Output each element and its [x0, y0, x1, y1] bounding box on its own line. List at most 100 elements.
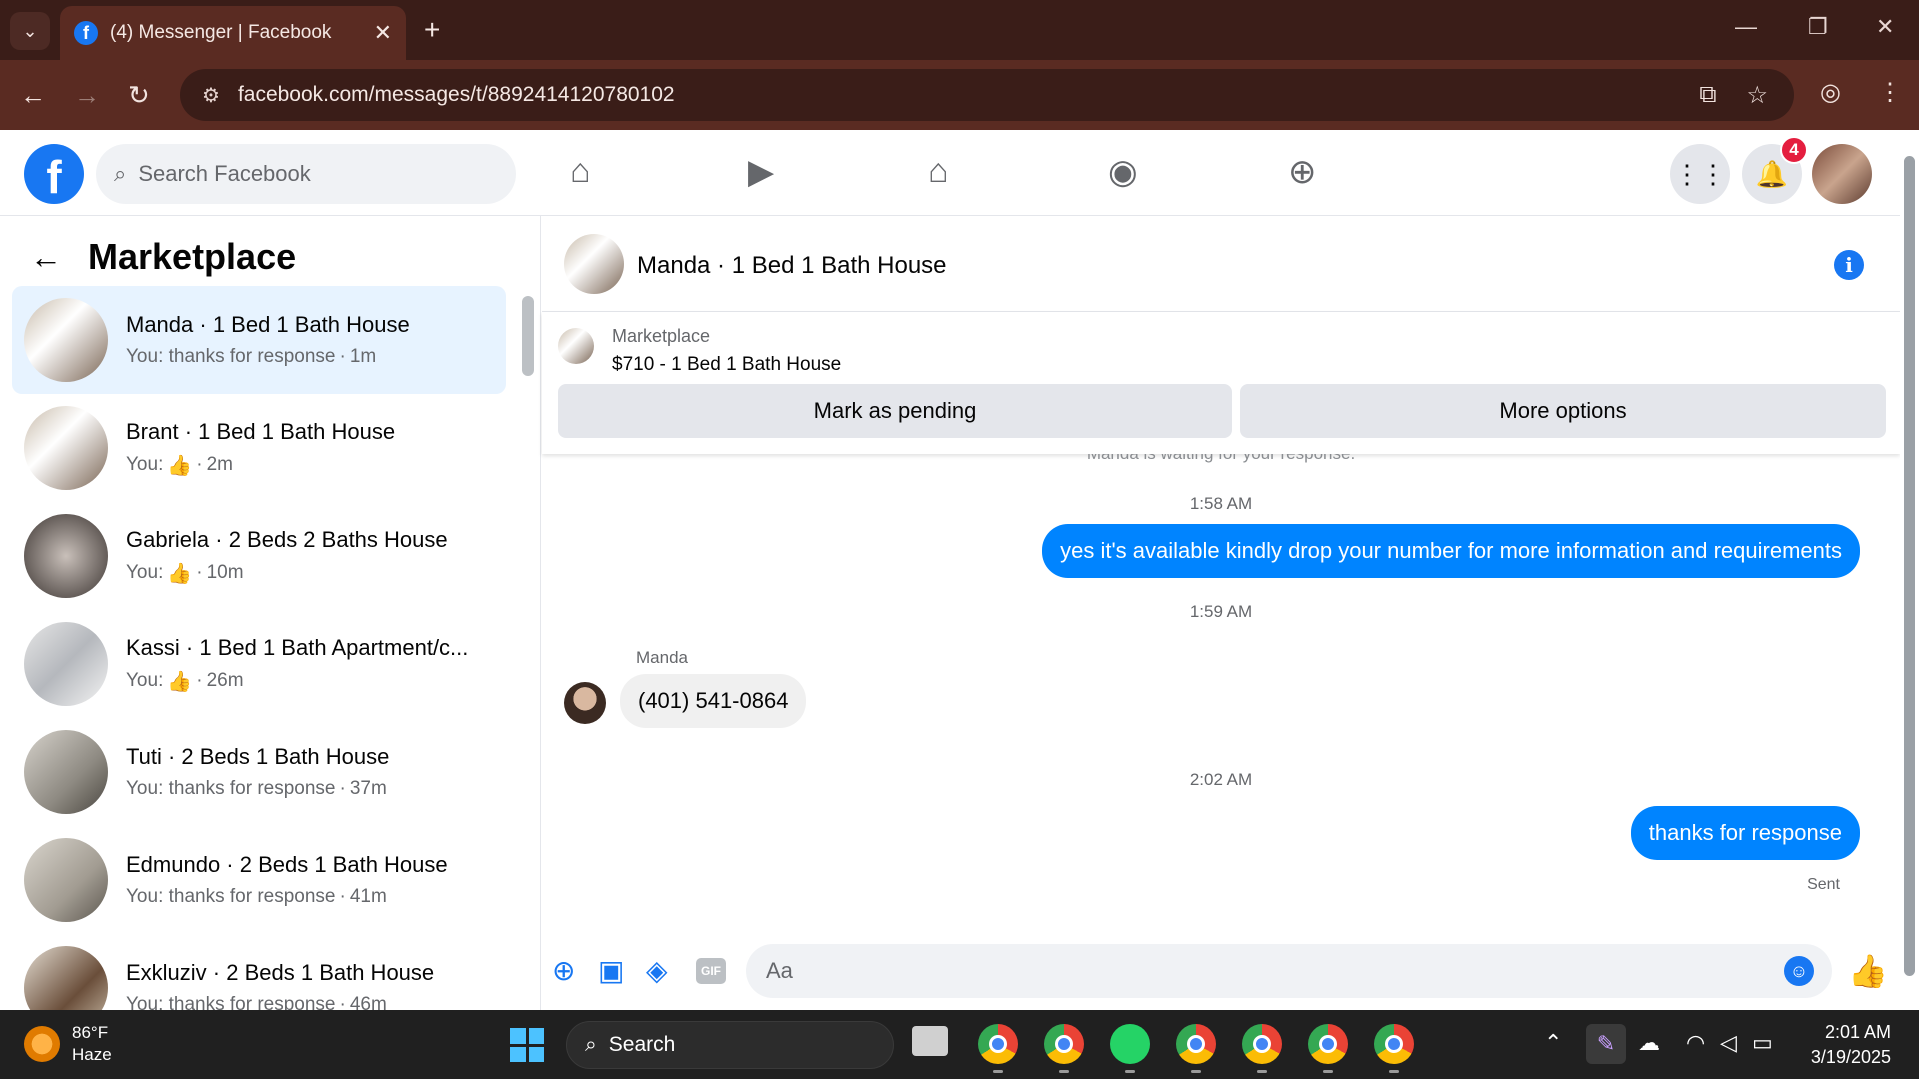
start-button[interactable] — [510, 1028, 544, 1062]
page-scrollbar-thumb[interactable] — [1904, 156, 1915, 976]
video-icon[interactable]: ▶ — [748, 152, 774, 192]
tab-search-dropdown[interactable]: ⌄ — [10, 12, 50, 50]
reload-button[interactable]: ↻ — [128, 80, 150, 111]
snippet-text: You: — [126, 562, 164, 583]
sender-name: Manda — [636, 648, 688, 667]
photo-icon[interactable]: ▣ — [598, 954, 624, 987]
address-bar[interactable]: ⚙ facebook.com/messages/t/88924141207801… — [180, 69, 1794, 121]
page-scrollbar[interactable] — [1900, 130, 1919, 1010]
profile-icon[interactable]: ◎ — [1820, 78, 1841, 107]
separator: · — [196, 562, 203, 583]
conversation-snippet: You: 👍 · 26m — [126, 669, 468, 694]
chrome-profile-icon[interactable] — [1374, 1024, 1414, 1064]
timestamp: 2:02 AM — [1189, 770, 1253, 789]
install-app-icon[interactable]: ⧉ — [1699, 81, 1716, 110]
marketplace-sidebar: ← Marketplace Manda · 1 Bed 1 Bath House… — [0, 216, 541, 1010]
outgoing-message[interactable]: thanks for response — [1630, 806, 1860, 860]
close-tab-icon[interactable]: ✕ — [374, 20, 392, 46]
snippet-time: 1m — [349, 346, 377, 367]
chrome-profile-icon[interactable] — [1242, 1024, 1282, 1064]
snippet-time: 37m — [349, 778, 387, 799]
separator: · — [339, 778, 346, 799]
close-window-button[interactable]: ✕ — [1876, 14, 1894, 40]
whatsapp-icon[interactable] — [1110, 1024, 1150, 1064]
windows-taskbar: 86°F Haze ⌕ Search ⌃ ✎ ☁ ◠ ◁ ▭ 2:01 AM 3… — [0, 1010, 1919, 1079]
facebook-logo-icon[interactable]: f — [24, 144, 84, 204]
new-tab-button[interactable]: + — [424, 14, 440, 46]
snippet-text: You: thanks for response — [126, 346, 336, 367]
plus-icon[interactable]: ⊕ — [552, 954, 575, 987]
incoming-message[interactable]: (401) 541-0864 — [620, 674, 807, 728]
menu-icon[interactable]: ⋮ — [1878, 78, 1902, 107]
snippet-text: You: thanks for response — [126, 778, 336, 799]
cloud-icon[interactable]: ☁ — [1638, 1030, 1660, 1056]
chevron-up-icon[interactable]: ⌃ — [1544, 1030, 1562, 1056]
conversation-item[interactable]: Edmundo · 2 Beds 1 Bath House You: thanks… — [12, 826, 506, 934]
conversation-item[interactable]: Tuti · 2 Beds 1 Bath House You: thanks fo… — [12, 718, 506, 826]
more-options-button[interactable]: More options — [1240, 384, 1886, 438]
conversation-item[interactable]: Brant · 1 Bed 1 Bath House You: 👍 · 2m — [12, 394, 506, 502]
chrome-icon[interactable] — [978, 1024, 1018, 1064]
clock-date: 3/19/2025 — [1810, 1047, 1891, 1067]
restore-button[interactable]: ❐ — [1808, 14, 1828, 40]
browser-tab[interactable]: f (4) Messenger | Facebook ✕ — [60, 6, 406, 60]
conversation-snippet: You: thanks for response · 41m — [126, 886, 448, 908]
chrome-profile-icon[interactable] — [1308, 1024, 1348, 1064]
outgoing-message[interactable]: yes it's available kindly drop your numb… — [1042, 524, 1860, 578]
conversation-text: Gabriela · 2 Beds 2 Baths House You: 👍 · 10m — [126, 527, 448, 586]
account-avatar[interactable] — [1812, 144, 1872, 204]
menu-grid-button[interactable]: ⋮⋮ — [1670, 144, 1730, 204]
search-icon: ⌕ — [114, 161, 127, 186]
info-icon[interactable]: i — [1834, 250, 1864, 280]
home-icon[interactable]: ⌂ — [570, 152, 591, 191]
listing-price[interactable]: $710 - 1 Bed 1 Bath House — [612, 354, 841, 376]
emoji-icon[interactable]: ☺ — [1784, 956, 1814, 986]
snippet-text: You: — [126, 670, 164, 691]
sidebar-header: ← Marketplace — [30, 236, 296, 278]
chat-panel: Manda · 1 Bed 1 Bath House i Marketplace… — [542, 216, 1900, 1010]
chrome-profile-icon[interactable] — [1176, 1024, 1216, 1064]
forward-button[interactable]: → — [74, 80, 100, 111]
pen-app-icon[interactable]: ✎ — [1586, 1024, 1626, 1064]
task-view-icon[interactable] — [912, 1026, 948, 1056]
tab-title: (4) Messenger | Facebook — [110, 22, 332, 43]
listing-thumbnail[interactable] — [558, 328, 594, 364]
system-clock[interactable]: 2:01 AM 3/19/2025 — [1811, 1020, 1891, 1070]
conversation-item[interactable]: Manda · 1 Bed 1 Bath House You: thanks fo… — [12, 286, 506, 394]
sender-avatar[interactable] — [564, 682, 606, 724]
facebook-search-input[interactable]: ⌕ Search Facebook — [96, 144, 516, 204]
gaming-icon[interactable]: ⊕ — [1288, 152, 1317, 192]
gif-icon[interactable]: GIF — [696, 958, 726, 984]
listing-label: Marketplace — [612, 326, 711, 346]
conversation-title: Edmundo · 2 Beds 1 Bath House — [126, 852, 448, 877]
separator: · — [339, 346, 346, 367]
groups-icon[interactable]: ◉ — [1108, 152, 1138, 192]
minimize-button[interactable]: — — [1735, 14, 1757, 40]
taskbar-search[interactable]: ⌕ Search — [566, 1021, 894, 1069]
conversation-snippet: You: 👍 · 2m — [126, 453, 395, 478]
listing-avatar[interactable] — [564, 234, 624, 294]
conversation-item[interactable]: Kassi · 1 Bed 1 Bath Apartment/c... You: 👍… — [12, 610, 506, 718]
volume-icon[interactable]: ◁ — [1720, 1030, 1737, 1056]
mark-as-pending-button[interactable]: Mark as pending — [558, 384, 1232, 438]
conversation-title: Kassi · 1 Bed 1 Bath Apartment/c... — [126, 634, 469, 660]
conversation-text: Tuti · 2 Beds 1 Bath House You: thanks fo… — [126, 744, 389, 800]
wifi-icon[interactable]: ◠ — [1686, 1030, 1705, 1056]
temperature: 86°F — [72, 1023, 109, 1042]
chrome-profile-icon[interactable] — [1044, 1024, 1084, 1064]
chat-title[interactable]: Manda · 1 Bed 1 Bath House — [637, 252, 947, 280]
weather-widget[interactable]: 86°F Haze — [24, 1022, 112, 1066]
waiting-notice: Manda is waiting for your response. — [542, 454, 1900, 464]
marketplace-icon[interactable]: ⌂ — [928, 152, 949, 191]
message-input[interactable]: Aa ☺ — [746, 944, 1832, 998]
bookmark-star-icon[interactable]: ☆ — [1746, 81, 1768, 110]
back-button[interactable]: ← — [20, 80, 46, 111]
site-info-icon[interactable]: ⚙ — [202, 83, 220, 108]
conversation-item[interactable]: Exkluziv · 2 Beds 1 Bath House You: thank… — [12, 934, 506, 1010]
like-icon[interactable]: 👍 — [1848, 952, 1888, 990]
sidebar-scrollbar[interactable] — [522, 296, 534, 376]
back-arrow-icon[interactable]: ← — [30, 239, 62, 276]
battery-icon[interactable]: ▭ — [1752, 1030, 1773, 1056]
conversation-item[interactable]: Gabriela · 2 Beds 2 Baths House You: 👍 · 10m — [12, 502, 506, 610]
sticker-icon[interactable]: ◈ — [646, 954, 668, 987]
